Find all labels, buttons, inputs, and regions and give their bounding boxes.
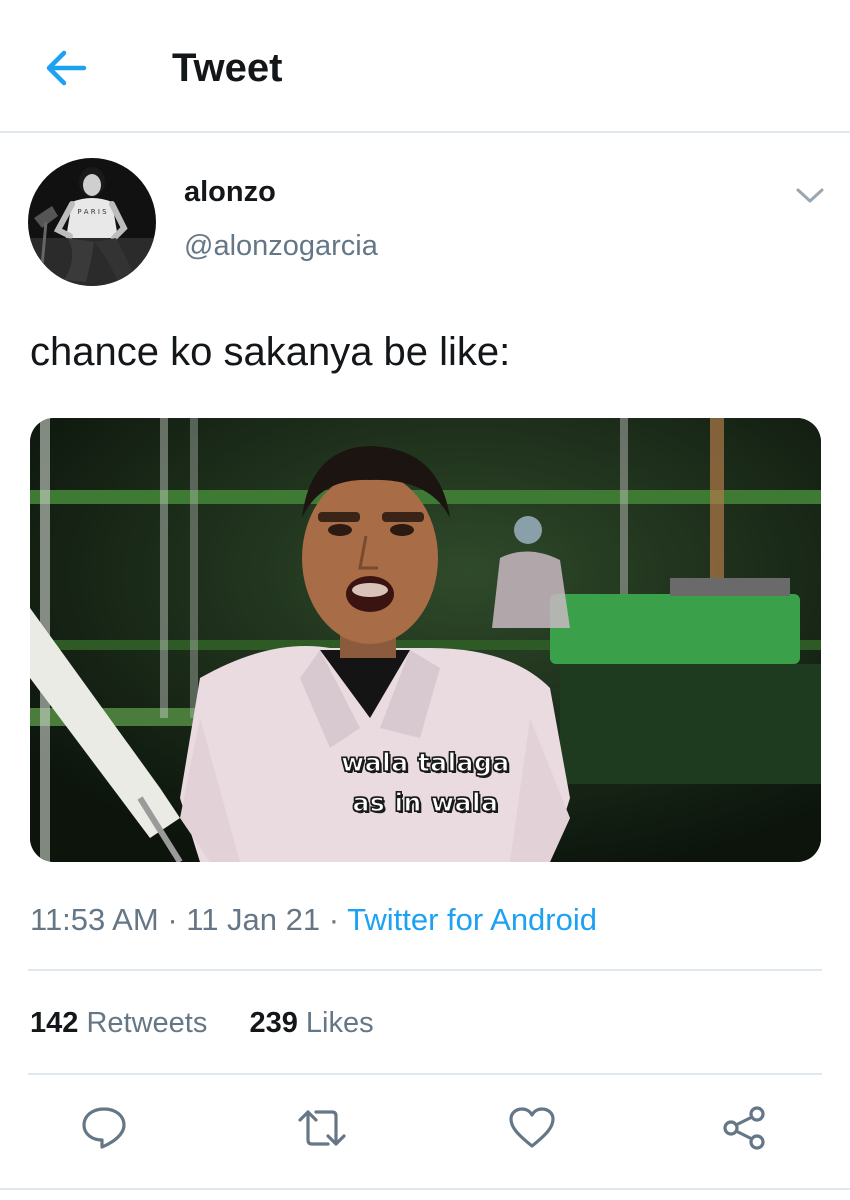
reply-icon <box>82 1107 126 1149</box>
reply-button[interactable] <box>78 1104 130 1152</box>
tweet-time: 11:53 AM <box>30 902 159 937</box>
meme-caption-line-2: as in wala <box>352 787 499 817</box>
avatar-photo: P A R I S <box>28 158 156 286</box>
share-button[interactable] <box>718 1104 770 1152</box>
retweets-label: Retweets <box>86 1007 208 1039</box>
likes-count: 239 <box>249 1007 298 1039</box>
divider <box>0 1188 850 1190</box>
tweet-media-image[interactable]: wala talaga as in wala <box>30 418 821 862</box>
svg-text:P A R I S: P A R I S <box>77 208 107 216</box>
top-app-bar: Tweet <box>0 0 850 133</box>
likes-label: Likes <box>305 1007 374 1039</box>
tweet-stats: 142 Retweets 239 Likes <box>30 1004 374 1042</box>
tweet-source-link[interactable]: Twitter for Android <box>347 902 597 937</box>
likes-stat[interactable]: 239 Likes <box>249 1004 373 1042</box>
tweet-meta: 11:53 AM · 11 Jan 21 · Twitter for Andro… <box>30 900 597 940</box>
meme-caption-line-1: wala talaga <box>341 747 510 777</box>
more-options-button[interactable] <box>790 178 830 214</box>
author-display-name[interactable]: alonzo <box>184 174 276 210</box>
retweets-stat[interactable]: 142 Retweets <box>30 1004 207 1042</box>
back-button[interactable] <box>40 44 92 92</box>
tweet-detail-screen: Tweet P A R I S alonzo @alonzogarcia cha… <box>0 0 850 1200</box>
retweet-icon <box>298 1110 346 1146</box>
share-icon <box>723 1106 765 1150</box>
divider <box>28 1073 822 1075</box>
tweet-date: 11 Jan 21 <box>186 902 321 937</box>
tweet-text: chance ko sakanya be like: <box>30 330 511 374</box>
divider <box>28 969 822 971</box>
retweets-count: 142 <box>30 1007 79 1039</box>
arrow-left-icon <box>46 50 87 86</box>
heart-icon <box>509 1107 555 1148</box>
page-title: Tweet <box>172 46 283 90</box>
avatar[interactable]: P A R I S <box>28 158 156 286</box>
chevron-down-icon <box>796 188 824 203</box>
meta-separator: · <box>167 902 178 937</box>
meta-separator: · <box>328 902 340 937</box>
like-button[interactable] <box>506 1104 558 1152</box>
author-handle[interactable]: @alonzogarcia <box>184 228 378 264</box>
retweet-button[interactable] <box>296 1104 348 1152</box>
